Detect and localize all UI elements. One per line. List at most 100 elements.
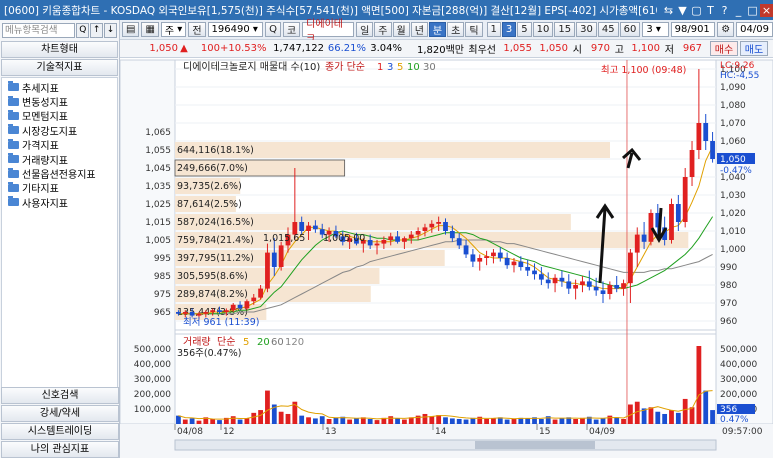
left-bottom-button[interactable]: 나의 관심지표: [1, 441, 119, 458]
low-price: 967: [682, 43, 702, 54]
minute-count-input[interactable]: 3 ▾: [642, 22, 669, 37]
tree-item[interactable]: 시장강도지표: [8, 123, 117, 138]
volume-bar: [354, 418, 359, 424]
current-price: 1,050: [149, 43, 178, 54]
candle-body: [559, 277, 565, 282]
tree-item[interactable]: 모멘텀지표: [8, 109, 117, 123]
search-icon[interactable]: Q: [76, 22, 90, 38]
tree-item-label: 변동성지표: [22, 98, 68, 110]
tree-item[interactable]: 거래량지표: [8, 152, 117, 167]
volume-bar: [367, 418, 373, 424]
tech-indicator-tab[interactable]: 기술적지표: [1, 59, 118, 76]
tree-item-label: 추세지표: [22, 83, 59, 95]
settings-gear-icon[interactable]: ⚙: [717, 22, 735, 37]
move-up-icon[interactable]: ↑: [90, 22, 104, 38]
tree-item[interactable]: 추세지표: [8, 80, 117, 95]
window-title-bar: [0600] 키움종합차트 - KOSDAQ 외국인보유[1,575(천)] 주…: [0, 0, 773, 20]
interval-tab[interactable]: 일: [356, 22, 374, 37]
close-button[interactable]: ×: [760, 3, 773, 17]
candle-body: [641, 234, 647, 242]
stock-code-input[interactable]: 196490 ▾: [207, 22, 264, 37]
chart-area[interactable]: 1,1001,0901,0801,0701,0601,0501,0401,030…: [119, 58, 773, 458]
market-button[interactable]: 코: [282, 22, 301, 37]
minute-option[interactable]: 3: [501, 22, 517, 37]
candle-body: [443, 222, 448, 231]
link-icon[interactable]: ⇆: [662, 4, 675, 17]
candle-body: [470, 254, 476, 262]
time-label: 09:57:00: [722, 427, 763, 437]
minute-option[interactable]: 30: [576, 22, 597, 37]
low-label: 저: [664, 45, 674, 56]
x-axis-label: 12: [223, 427, 234, 437]
tree-item[interactable]: 선물옵션전용지표: [8, 166, 117, 181]
interval-tab[interactable]: 주: [374, 22, 392, 37]
buy-button[interactable]: 매수: [710, 41, 738, 56]
interval-tab[interactable]: 년: [410, 22, 428, 37]
candle-body: [710, 141, 715, 159]
volume-profile-label: 93,735(2.6%): [177, 181, 242, 192]
price-axis-tick: 1,010: [720, 227, 746, 237]
left-bottom-button[interactable]: 신호검색: [1, 387, 119, 404]
left-axis-tick: 1,005: [145, 236, 171, 246]
layout-icon[interactable]: ▢: [690, 4, 703, 17]
left-bottom-button[interactable]: 시스템트레이딩: [1, 423, 119, 440]
current-pct-tag: -0.47%: [720, 166, 752, 176]
volume-bar: [600, 418, 606, 424]
move-down-icon[interactable]: ↓: [104, 22, 117, 38]
minute-option[interactable]: 45: [597, 22, 619, 37]
minute-option[interactable]: 60: [619, 22, 641, 37]
quote-bar: 1,050 ▲ 100 +10.53% 1,747,122 66.21% 3.0…: [120, 40, 773, 58]
candle-body: [210, 310, 216, 312]
volume-profile-label: 759,784(21.4%): [177, 235, 254, 246]
tree-item[interactable]: 사용자지표: [8, 195, 117, 210]
volume-note: 356주(0.47%): [177, 348, 241, 359]
interval-tab[interactable]: 틱: [465, 22, 483, 37]
menu-search-row: 메뉴항목검색 Q ↑ ↓: [0, 20, 119, 40]
tree-item[interactable]: 가격지표: [8, 138, 117, 152]
help-icon[interactable]: ?: [718, 4, 731, 17]
folder-icon: [8, 181, 19, 192]
price-chart-svg[interactable]: 1,1001,0901,0801,0701,0601,0501,0401,030…: [119, 58, 773, 458]
interval-tab[interactable]: 분: [428, 22, 447, 37]
candle-body: [203, 312, 209, 314]
grid-icon[interactable]: ▤: [122, 22, 140, 37]
layout-grid-icon[interactable]: ▦: [141, 22, 159, 37]
text-icon[interactable]: T: [704, 4, 717, 17]
minute-option[interactable]: 1: [486, 22, 501, 37]
minute-option[interactable]: 10: [532, 22, 554, 37]
volume-bar: [347, 419, 353, 424]
dropdown-icon[interactable]: ▼: [676, 4, 689, 17]
volume-bar: [388, 416, 394, 424]
interval-tab[interactable]: 초: [447, 22, 465, 37]
volume-bar: [312, 418, 318, 424]
minimize-button[interactable]: _: [732, 4, 745, 17]
volume-bar: [593, 419, 599, 424]
tree-item[interactable]: 변동성지표: [8, 94, 117, 110]
volume-bar: [436, 415, 442, 424]
tree-item[interactable]: 기타지표: [8, 181, 117, 195]
all-button[interactable]: 전: [188, 22, 206, 37]
interval-tab[interactable]: 월: [392, 22, 410, 37]
left-axis-tick: 965: [154, 308, 171, 318]
chart-type-tab[interactable]: 차트형태: [1, 41, 118, 58]
stock-search-icon[interactable]: Q: [265, 22, 281, 37]
period-select[interactable]: 주 ▾: [160, 22, 187, 37]
sell-button[interactable]: 매도: [740, 41, 768, 56]
folder-icon: [8, 138, 19, 149]
date-input[interactable]: 04/09: [736, 22, 773, 37]
menu-search-input[interactable]: 메뉴항목검색: [2, 22, 76, 38]
minute-option[interactable]: 15: [554, 22, 576, 37]
maximize-button[interactable]: □: [746, 4, 759, 17]
candle-body: [176, 312, 181, 314]
left-bottom-button[interactable]: 강세/약세: [1, 405, 119, 422]
price-axis-tick: 980: [720, 281, 737, 291]
price-axis-tick: 1,030: [720, 191, 746, 201]
minute-option[interactable]: 5: [517, 22, 532, 37]
candle-body: [265, 252, 270, 289]
candle-body: [573, 285, 579, 289]
volume-bar: [182, 419, 188, 424]
candle-body: [696, 123, 702, 150]
volume-bar: [710, 410, 715, 424]
volume-bar: [306, 417, 311, 424]
candle-body: [278, 245, 284, 267]
